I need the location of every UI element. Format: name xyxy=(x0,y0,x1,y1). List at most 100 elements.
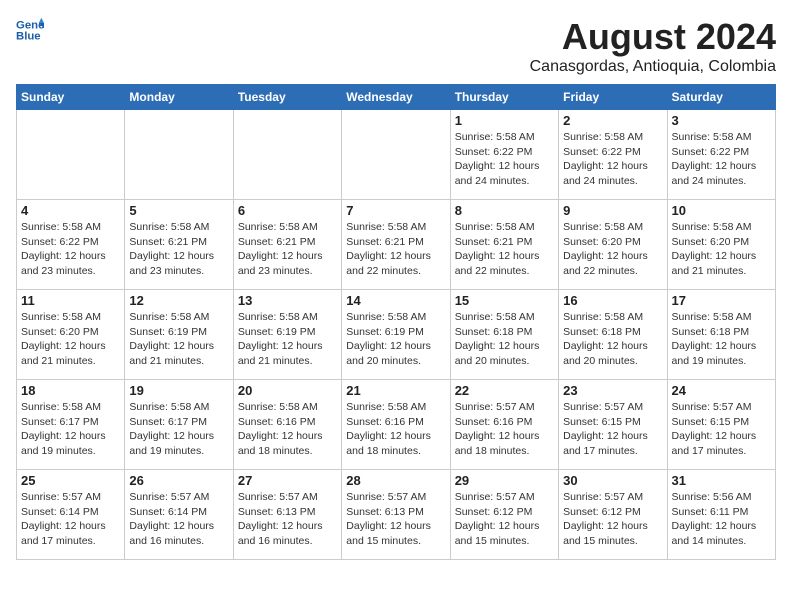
calendar-cell: 29Sunrise: 5:57 AM Sunset: 6:12 PM Dayli… xyxy=(450,470,558,560)
day-info: Sunrise: 5:58 AM Sunset: 6:18 PM Dayligh… xyxy=(563,310,662,369)
day-number: 25 xyxy=(21,473,120,488)
day-number: 11 xyxy=(21,293,120,308)
calendar-cell: 25 Sunrise: 5:57 AM Sunset: 6:14 PM Dayli… xyxy=(17,470,125,560)
calendar-cell: 31 Sunrise: 5:56 AM Sunset: 6:11 PM Dayli… xyxy=(667,470,775,560)
calendar-table: SundayMondayTuesdayWednesdayThursdayFrid… xyxy=(16,84,776,560)
day-number: 17 xyxy=(672,293,771,308)
day-info: Sunrise: 5:58 AM Sunset: 6:20 PM Dayligh… xyxy=(563,220,662,279)
calendar-cell xyxy=(17,110,125,200)
day-number: 26 xyxy=(129,473,228,488)
day-number: 18 xyxy=(21,383,120,398)
calendar-week-row: 18 Sunrise: 5:58 AM Sunset: 6:17 PM Dayli… xyxy=(17,380,776,470)
calendar-week-row: 25 Sunrise: 5:57 AM Sunset: 6:14 PM Dayli… xyxy=(17,470,776,560)
day-info: Sunrise: 5:58 AM Sunset: 6:19 PM Dayligh… xyxy=(346,310,445,369)
weekday-header: Saturday xyxy=(667,85,775,110)
page-title: August 2024 xyxy=(530,16,776,58)
weekday-header: Thursday xyxy=(450,85,558,110)
day-info: Sunrise: 5:58 AM Sunset: 6:21 PM Dayligh… xyxy=(238,220,337,279)
day-info: Sunrise: 5:58 AM Sunset: 6:16 PM Dayligh… xyxy=(238,400,337,459)
page-header: General Blue August 2024 Canasgordas, An… xyxy=(16,16,776,76)
day-info: Sunrise: 5:58 AM Sunset: 6:22 PM Dayligh… xyxy=(672,130,771,189)
calendar-cell: 3 Sunrise: 5:58 AM Sunset: 6:22 PM Daylig… xyxy=(667,110,775,200)
calendar-week-row: 4 Sunrise: 5:58 AM Sunset: 6:22 PM Daylig… xyxy=(17,200,776,290)
day-number: 22 xyxy=(455,383,554,398)
day-number: 5 xyxy=(129,203,228,218)
day-number: 29 xyxy=(455,473,554,488)
weekday-header-row: SundayMondayTuesdayWednesdayThursdayFrid… xyxy=(17,85,776,110)
day-info: Sunrise: 5:58 AM Sunset: 6:21 PM Dayligh… xyxy=(346,220,445,279)
day-info: Sunrise: 5:58 AM Sunset: 6:21 PM Dayligh… xyxy=(129,220,228,279)
calendar-cell: 30Sunrise: 5:57 AM Sunset: 6:12 PM Dayli… xyxy=(559,470,667,560)
weekday-header: Sunday xyxy=(17,85,125,110)
day-number: 12 xyxy=(129,293,228,308)
day-number: 16 xyxy=(563,293,662,308)
calendar-cell: 28 Sunrise: 5:57 AM Sunset: 6:13 PM Dayli… xyxy=(342,470,450,560)
calendar-cell: 6Sunrise: 5:58 AM Sunset: 6:21 PM Daylig… xyxy=(233,200,341,290)
day-number: 24 xyxy=(672,383,771,398)
day-number: 7 xyxy=(346,203,445,218)
day-info: Sunrise: 5:58 AM Sunset: 6:18 PM Dayligh… xyxy=(455,310,554,369)
calendar-week-row: 1 Sunrise: 5:58 AM Sunset: 6:22 PM Daylig… xyxy=(17,110,776,200)
calendar-cell: 26 Sunrise: 5:57 AM Sunset: 6:14 PM Dayli… xyxy=(125,470,233,560)
calendar-cell: 4 Sunrise: 5:58 AM Sunset: 6:22 PM Daylig… xyxy=(17,200,125,290)
calendar-cell: 8Sunrise: 5:58 AM Sunset: 6:21 PM Daylig… xyxy=(450,200,558,290)
day-info: Sunrise: 5:58 AM Sunset: 6:22 PM Dayligh… xyxy=(21,220,120,279)
day-number: 4 xyxy=(21,203,120,218)
day-number: 3 xyxy=(672,113,771,128)
calendar-cell: 2Sunrise: 5:58 AM Sunset: 6:22 PM Daylig… xyxy=(559,110,667,200)
calendar-cell: 9 Sunrise: 5:58 AM Sunset: 6:20 PM Daylig… xyxy=(559,200,667,290)
calendar-cell: 13 Sunrise: 5:58 AM Sunset: 6:19 PM Dayli… xyxy=(233,290,341,380)
day-number: 1 xyxy=(455,113,554,128)
day-info: Sunrise: 5:58 AM Sunset: 6:19 PM Dayligh… xyxy=(238,310,337,369)
svg-text:Blue: Blue xyxy=(16,31,41,43)
day-number: 14 xyxy=(346,293,445,308)
day-info: Sunrise: 5:57 AM Sunset: 6:15 PM Dayligh… xyxy=(672,400,771,459)
calendar-cell: 15Sunrise: 5:58 AM Sunset: 6:18 PM Dayli… xyxy=(450,290,558,380)
calendar-cell: 14 Sunrise: 5:58 AM Sunset: 6:19 PM Dayli… xyxy=(342,290,450,380)
day-info: Sunrise: 5:58 AM Sunset: 6:17 PM Dayligh… xyxy=(21,400,120,459)
day-number: 28 xyxy=(346,473,445,488)
day-number: 13 xyxy=(238,293,337,308)
day-info: Sunrise: 5:58 AM Sunset: 6:20 PM Dayligh… xyxy=(672,220,771,279)
day-info: Sunrise: 5:58 AM Sunset: 6:18 PM Dayligh… xyxy=(672,310,771,369)
day-info: Sunrise: 5:57 AM Sunset: 6:15 PM Dayligh… xyxy=(563,400,662,459)
weekday-header: Wednesday xyxy=(342,85,450,110)
calendar-cell: 12 Sunrise: 5:58 AM Sunset: 6:19 PM Dayli… xyxy=(125,290,233,380)
logo-icon: General Blue xyxy=(16,16,44,44)
calendar-cell: 18 Sunrise: 5:58 AM Sunset: 6:17 PM Dayli… xyxy=(17,380,125,470)
day-number: 31 xyxy=(672,473,771,488)
day-info: Sunrise: 5:58 AM Sunset: 6:19 PM Dayligh… xyxy=(129,310,228,369)
day-number: 27 xyxy=(238,473,337,488)
day-number: 10 xyxy=(672,203,771,218)
day-info: Sunrise: 5:57 AM Sunset: 6:14 PM Dayligh… xyxy=(129,490,228,549)
day-number: 9 xyxy=(563,203,662,218)
calendar-cell: 17 Sunrise: 5:58 AM Sunset: 6:18 PM Dayli… xyxy=(667,290,775,380)
day-number: 21 xyxy=(346,383,445,398)
calendar-cell: 19 Sunrise: 5:58 AM Sunset: 6:17 PM Dayli… xyxy=(125,380,233,470)
calendar-cell: 5 Sunrise: 5:58 AM Sunset: 6:21 PM Daylig… xyxy=(125,200,233,290)
day-info: Sunrise: 5:57 AM Sunset: 6:12 PM Dayligh… xyxy=(563,490,662,549)
calendar-cell: 24 Sunrise: 5:57 AM Sunset: 6:15 PM Dayli… xyxy=(667,380,775,470)
calendar-cell: 10 Sunrise: 5:58 AM Sunset: 6:20 PM Dayli… xyxy=(667,200,775,290)
title-block: August 2024 Canasgordas, Antioquia, Colo… xyxy=(530,16,776,76)
day-info: Sunrise: 5:58 AM Sunset: 6:17 PM Dayligh… xyxy=(129,400,228,459)
calendar-cell xyxy=(342,110,450,200)
day-info: Sunrise: 5:56 AM Sunset: 6:11 PM Dayligh… xyxy=(672,490,771,549)
calendar-cell xyxy=(125,110,233,200)
calendar-cell: 16 Sunrise: 5:58 AM Sunset: 6:18 PM Dayli… xyxy=(559,290,667,380)
page-subtitle: Canasgordas, Antioquia, Colombia xyxy=(530,58,776,76)
day-info: Sunrise: 5:58 AM Sunset: 6:20 PM Dayligh… xyxy=(21,310,120,369)
day-info: Sunrise: 5:58 AM Sunset: 6:22 PM Dayligh… xyxy=(455,130,554,189)
day-info: Sunrise: 5:57 AM Sunset: 6:14 PM Dayligh… xyxy=(21,490,120,549)
calendar-cell: 27 Sunrise: 5:57 AM Sunset: 6:13 PM Dayli… xyxy=(233,470,341,560)
calendar-cell: 7 Sunrise: 5:58 AM Sunset: 6:21 PM Daylig… xyxy=(342,200,450,290)
calendar-cell: 20Sunrise: 5:58 AM Sunset: 6:16 PM Dayli… xyxy=(233,380,341,470)
calendar-cell: 21Sunrise: 5:58 AM Sunset: 6:16 PM Dayli… xyxy=(342,380,450,470)
calendar-cell xyxy=(233,110,341,200)
day-info: Sunrise: 5:57 AM Sunset: 6:13 PM Dayligh… xyxy=(238,490,337,549)
day-info: Sunrise: 5:58 AM Sunset: 6:22 PM Dayligh… xyxy=(563,130,662,189)
calendar-cell: 23Sunrise: 5:57 AM Sunset: 6:15 PM Dayli… xyxy=(559,380,667,470)
logo: General Blue xyxy=(16,16,46,44)
day-number: 19 xyxy=(129,383,228,398)
day-info: Sunrise: 5:57 AM Sunset: 6:13 PM Dayligh… xyxy=(346,490,445,549)
